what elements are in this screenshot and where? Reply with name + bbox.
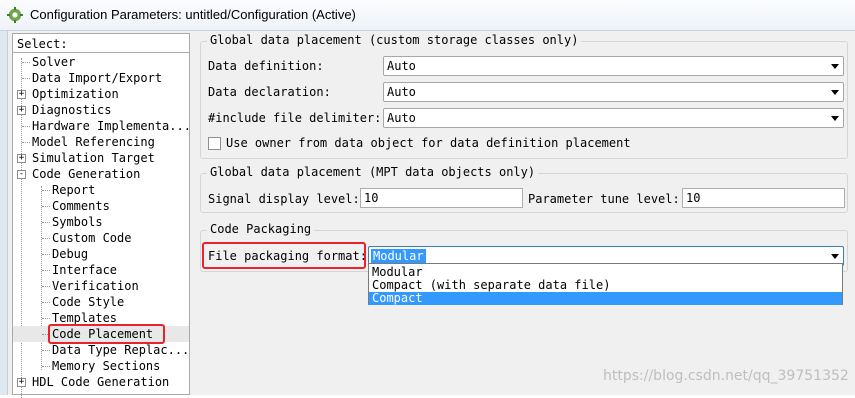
- tree-item-label: Report: [52, 183, 96, 197]
- tree-connector: [42, 318, 50, 319]
- tree-item-verification[interactable]: Verification: [13, 278, 189, 294]
- tree-item-label: Model Referencing: [32, 135, 155, 149]
- parameter-tune-input[interactable]: 10: [682, 188, 845, 208]
- tree-item-label: Verification: [52, 279, 139, 293]
- tree-item-label: Data Import/Export: [32, 71, 163, 85]
- chevron-down-icon: [831, 90, 839, 95]
- window-left-edge: [0, 31, 8, 395]
- tree-connector: [42, 254, 50, 255]
- tree-item-simulation-target[interactable]: + Simulation Target: [13, 150, 189, 166]
- chevron-down-icon: [831, 254, 839, 259]
- tree-connector: [22, 142, 30, 143]
- tree-header-label: Select:: [17, 37, 68, 51]
- group-mpt: Global data placement (MPT data objects …: [200, 165, 848, 213]
- use-owner-label[interactable]: Use owner from data object for data defi…: [226, 136, 631, 150]
- highlight-box-packaging-label: [202, 242, 366, 269]
- tree-item-interface[interactable]: Interface: [13, 262, 189, 278]
- tree-item-memory-sections[interactable]: Memory Sections: [13, 358, 189, 374]
- tree-item-label: Comments: [52, 199, 110, 213]
- tree-item-label: Data Type Replac...: [52, 343, 190, 357]
- gear-icon: [7, 7, 23, 23]
- expand-icon[interactable]: +: [17, 378, 26, 387]
- tree-item-code-generation[interactable]: - Code Generation: [13, 166, 189, 182]
- tree-connector: [42, 302, 50, 303]
- tree-connector: [22, 62, 30, 63]
- tree-connector: [42, 190, 50, 191]
- tree-item-label: Symbols: [52, 215, 103, 229]
- tree-item-label: Simulation Target: [32, 151, 155, 165]
- data-declaration-select[interactable]: Auto: [383, 82, 844, 102]
- tree-item-report[interactable]: Report: [13, 182, 189, 198]
- tree-connector: [42, 270, 50, 271]
- tree-item-solver[interactable]: Solver: [13, 54, 189, 70]
- use-owner-checkbox[interactable]: [208, 137, 221, 150]
- tree-connector: [42, 206, 50, 207]
- tree-item-comments[interactable]: Comments: [13, 198, 189, 214]
- tree-item-label: Optimization: [32, 87, 119, 101]
- tree-connector: [42, 222, 50, 223]
- data-declaration-label: Data declaration:: [208, 85, 331, 99]
- include-delimiter-value: Auto: [387, 111, 416, 125]
- tree-item-code-style[interactable]: Code Style: [13, 294, 189, 310]
- chevron-down-icon: [831, 64, 839, 69]
- tree-item-label: Code Generation: [32, 167, 141, 181]
- data-definition-select[interactable]: Auto: [383, 56, 844, 76]
- tree-item-label: Custom Code: [52, 231, 132, 245]
- signal-display-input[interactable]: 10: [360, 188, 523, 208]
- parameter-tune-label: Parameter tune level:: [528, 192, 680, 206]
- expand-icon[interactable]: +: [17, 154, 26, 163]
- parameter-tune-value: 10: [686, 191, 701, 205]
- tree-item-label: Diagnostics: [32, 103, 112, 117]
- tree-item-label: Hardware Implementa...: [32, 119, 191, 133]
- tree-connector: [22, 126, 30, 127]
- tree-item-optimization[interactable]: + Optimization: [13, 86, 189, 102]
- tree-item-label: Interface: [52, 263, 118, 277]
- tree-item-data-import-export[interactable]: Data Import/Export: [13, 70, 189, 86]
- watermark-text: https://blog.csdn.net/qq_39751352: [603, 368, 849, 384]
- tree-item-hdl-code-generation[interactable]: + HDL Code Generation: [13, 374, 189, 390]
- data-declaration-value: Auto: [387, 85, 416, 99]
- file-packaging-value: Modular: [371, 249, 426, 263]
- tree-connector: [22, 78, 30, 79]
- tree-item-hardware-implementation[interactable]: Hardware Implementa...: [13, 118, 191, 134]
- include-delimiter-label: #include file delimiter:: [208, 111, 382, 125]
- group-custom-storage: Global data placement (custom storage cl…: [200, 33, 848, 159]
- tree-connector: [42, 286, 50, 287]
- chevron-down-icon: [831, 116, 839, 121]
- tree-item-label: Solver: [32, 55, 76, 69]
- tree-item-data-type-replacement[interactable]: Data Type Replac...: [13, 342, 189, 358]
- expand-icon[interactable]: +: [17, 106, 26, 115]
- category-tree[interactable]: Select: Solver Data Import/Export + Opti…: [12, 33, 191, 398]
- tree-item-label: Debug: [52, 247, 89, 261]
- tree-item-model-referencing[interactable]: Model Referencing: [13, 134, 189, 150]
- file-packaging-dropdown-list[interactable]: Modular Compact (with separate data file…: [368, 263, 843, 305]
- expand-icon[interactable]: +: [17, 90, 26, 99]
- collapse-icon[interactable]: -: [17, 170, 26, 179]
- tree-item-label: HDL Code Generation: [32, 375, 170, 389]
- data-definition-value: Auto: [387, 59, 416, 73]
- signal-display-label: Signal display level:: [208, 192, 360, 206]
- tree-item-diagnostics[interactable]: + Diagnostics: [13, 102, 189, 118]
- signal-display-value: 10: [364, 191, 379, 205]
- tree-header: Select:: [13, 34, 189, 53]
- group-title-code-packaging: Code Packaging: [207, 222, 315, 236]
- option-compact-separate-data[interactable]: Compact (with separate data file): [369, 279, 842, 292]
- tree-connector: [42, 238, 50, 239]
- tree-item-debug[interactable]: Debug: [13, 246, 189, 262]
- data-definition-label: Data definition:: [208, 59, 324, 73]
- tree-item-label: Code Style: [52, 295, 125, 309]
- tree-item-symbols[interactable]: Symbols: [13, 214, 189, 230]
- title-bar: Configuration Parameters: untitled/Confi…: [0, 0, 855, 31]
- group-title-mpt: Global data placement (MPT data objects …: [207, 165, 539, 179]
- window-title: Configuration Parameters: untitled/Confi…: [30, 7, 356, 22]
- include-delimiter-select[interactable]: Auto: [383, 108, 844, 128]
- tree-connector: [42, 366, 50, 367]
- tree-item-custom-code[interactable]: Custom Code: [13, 230, 189, 246]
- highlight-box-tree: [48, 324, 165, 344]
- tree-item-label: Memory Sections: [52, 359, 161, 373]
- group-title-custom-storage: Global data placement (custom storage cl…: [207, 33, 582, 47]
- option-compact[interactable]: Compact: [369, 292, 842, 305]
- tree-connector: [42, 350, 50, 351]
